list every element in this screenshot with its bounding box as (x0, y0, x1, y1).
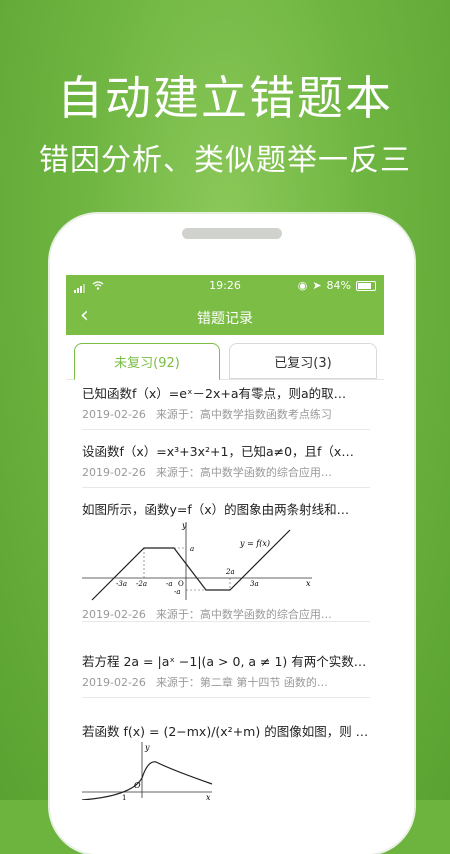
list-item[interactable]: 若函数 f(x) = (2−mx)/(x²+m) 的图像如图，则 m 的取值… … (81, 721, 370, 800)
alarm-icon: ◉ (297, 279, 308, 292)
tick-label: -a (174, 588, 181, 596)
nav-bar: ‹ 错题记录 (66, 297, 384, 335)
x-axis-label: x (306, 579, 311, 588)
question-text: 若方程 2a = |aˣ −1|(a > 0, a ≠ 1) 有两个实数解，… (82, 654, 370, 669)
list-item[interactable]: 设函数f（x）=x³+3x²+1，已知a≠0，且f（x… 2019-02-26 来… (82, 441, 370, 488)
item-source: 来源于：高中数学指数函数考点练习 (155, 408, 332, 421)
page-title: 错题记录 (197, 311, 253, 327)
question-text: 若函数 f(x) = (2−mx)/(x²+m) 的图像如图，则 m 的取值… (82, 724, 370, 739)
promo-headline: 自动建立错题本 (57, 71, 393, 125)
function-graph-2: y O 1 x (81, 742, 213, 800)
y-axis-label: y (181, 521, 187, 530)
tick-label: 3a (250, 580, 259, 588)
list-item[interactable]: 已知函数f（x）=eˣ－2x+a有零点，则a的取… 2019-02-26 来源于：… (82, 383, 370, 430)
item-source: 来源于：高中数学函数的综合应用… (155, 608, 332, 621)
item-source: 来源于：第二章 第十四节 函数的… (155, 676, 328, 689)
tick-label: 2a (225, 568, 235, 576)
tick-label: -2a (136, 580, 147, 588)
promo-subline: 错因分析、类似题举一反三 (39, 143, 411, 178)
y-axis-label: y (144, 743, 150, 752)
item-date: 2019-02-26 (82, 408, 146, 421)
item-meta: 2019-02-26 来源于：高中数学函数的综合应用… (82, 606, 370, 622)
item-meta: 2019-02-26 来源于：高中数学函数的综合应用… (82, 464, 370, 480)
tick-label: -3a (116, 580, 127, 588)
x-axis-label: x (206, 793, 211, 800)
battery-percent: 84% (326, 279, 351, 292)
question-text: 已知函数f（x）=eˣ－2x+a有零点，则a的取… (82, 386, 347, 401)
app-screen: 19:26 ◉ ➤ 84% ‹ 错题记录 未复习(92) 已复习(3) 已知函数… (66, 275, 384, 800)
item-meta: 2019-02-26 来源于：第二章 第十四节 函数的… (82, 674, 370, 690)
function-graph: y x O y = f(x) -3a -2a -a 2a 3a a -a (82, 521, 312, 601)
item-date: 2019-02-26 (82, 608, 146, 621)
item-date: 2019-02-26 (82, 676, 146, 689)
tick-label: -a (166, 580, 173, 588)
item-source: 来源于：高中数学函数的综合应用… (155, 466, 332, 479)
battery-icon (356, 280, 376, 291)
item-date: 2019-02-26 (82, 466, 146, 479)
question-text: 如图所示，函数y=f（x）的图象由两条射线和… (82, 502, 350, 517)
status-bar: 19:26 ◉ ➤ 84% (66, 275, 384, 297)
tick-label: 1 (122, 794, 126, 800)
location-icon: ➤ (312, 279, 322, 292)
origin-label: O (134, 781, 141, 790)
list-item[interactable]: 如图所示，函数y=f（x）的图象由两条射线和… y x O y = f(x) -… (82, 499, 370, 622)
tab-unreviewed[interactable]: 未复习(92) (74, 343, 220, 380)
question-text: 设函数f（x）=x³+3x²+1，已知a≠0，且f（x… (82, 444, 354, 459)
origin-label: O (178, 580, 184, 588)
tab-reviewed[interactable]: 已复习(3) (229, 343, 377, 379)
tab-bar: 未复习(92) 已复习(3) (66, 335, 384, 380)
item-meta: 2019-02-26 来源于：高中数学指数函数考点练习 (82, 406, 370, 422)
list-item[interactable]: 若方程 2a = |aˣ −1|(a > 0, a ≠ 1) 有两个实数解，… … (82, 651, 370, 698)
phone-speaker (182, 228, 282, 239)
tick-label: a (190, 545, 194, 553)
function-label: y = f(x) (239, 539, 270, 548)
